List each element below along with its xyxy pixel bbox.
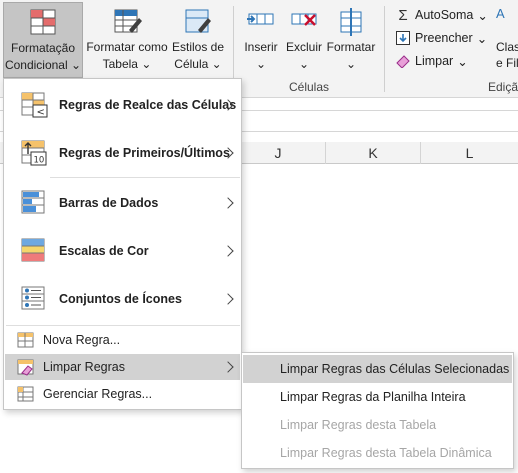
chevron-down-icon: ⌄ <box>476 31 488 46</box>
fill-label: Preencher <box>415 31 473 45</box>
autosum-button[interactable]: Σ AutoSoma ⌄ <box>395 5 488 25</box>
manage-rules-icon <box>17 386 34 402</box>
cells-group-label: Células <box>289 80 330 94</box>
fill-button[interactable]: Preencher ⌄ <box>395 28 487 48</box>
color-scales-icon <box>21 238 45 262</box>
sort-filter-button[interactable]: A Clas e Fil <box>490 4 518 80</box>
submenu-item-clear-this-pivot-table: Limpar Regras desta Tabela Dinâmica <box>280 446 492 460</box>
insert-button[interactable]: Inserir ⌄ <box>240 2 282 78</box>
menu-item-clear-rules[interactable]: Limpar Regras <box>5 354 240 380</box>
format-as-table-line2: Tabela ⌄ <box>103 56 152 72</box>
insert-label: Inserir <box>244 40 278 54</box>
autosum-label: AutoSoma <box>415 8 474 22</box>
ribbon-separator <box>384 6 385 92</box>
menu-separator <box>50 177 240 178</box>
clear-button[interactable]: Limpar ⌄ <box>395 51 468 71</box>
format-as-table-button[interactable]: Formatar como Tabela ⌄ <box>85 2 169 78</box>
sort-filter-line2: e Fil <box>496 56 518 70</box>
data-bars-icon <box>21 190 45 214</box>
clear-rules-icon <box>17 359 34 376</box>
menu-item-data-bars[interactable]: Barras de Dados <box>5 179 240 227</box>
eraser-icon <box>395 53 411 69</box>
sort-icon: A <box>496 6 505 21</box>
conditional-formatting-line1: Formatação <box>10 41 76 55</box>
fill-down-icon <box>395 30 411 46</box>
cell-styles-line2-text: Célula <box>174 57 209 71</box>
top-bottom-rules-icon: 10 <box>21 140 47 166</box>
format-as-table-line1: Formatar como <box>86 40 168 54</box>
delete-label: Excluir <box>285 40 322 54</box>
cell-styles-line1: Estilos de <box>171 40 225 54</box>
insert-cells-icon <box>247 13 274 25</box>
delete-button[interactable]: Excluir ⌄ <box>284 2 324 78</box>
chevron-down-icon: ⌄ <box>457 54 468 69</box>
menu-item-highlight-rules[interactable]: < Regras de Realce das Células <box>5 81 240 129</box>
clear-label: Limpar <box>415 54 454 68</box>
svg-text:10: 10 <box>34 156 45 166</box>
menu-item-manage-rules[interactable]: Gerenciar Regras... <box>5 381 240 407</box>
menu-item-label: Nova Regra... <box>43 333 121 347</box>
chevron-down-icon: ⌄ <box>477 8 488 23</box>
submenu-item-clear-this-table: Limpar Regras desta Tabela <box>280 418 437 432</box>
chevron-right-icon <box>222 197 234 209</box>
icon-sets-icon <box>21 286 45 310</box>
submenu-item-clear-entire-sheet[interactable]: Limpar Regras da Planilha Inteira <box>243 383 512 411</box>
chevron-down-icon: ⌄ <box>211 57 222 71</box>
chevron-right-icon <box>222 361 234 373</box>
submenu-item-clear-selected-cells[interactable]: Limpar Regras das Células Selecionadas <box>243 355 512 383</box>
menu-item-icon-sets[interactable]: Conjuntos de Ícones <box>5 275 240 323</box>
chevron-down-icon: ⌄ <box>345 57 357 71</box>
menu-item-label: Limpar Regras <box>43 360 125 374</box>
chevron-down-icon: ⌄ <box>298 57 310 71</box>
menu-item-label: Gerenciar Regras... <box>43 387 153 401</box>
menu-item-label: Barras de Dados <box>59 196 159 210</box>
format-button[interactable]: Formatar ⌄ <box>325 2 377 78</box>
menu-item-top-bottom-rules[interactable]: 10 Regras de Primeiros/Últimos <box>5 129 240 177</box>
chevron-down-icon: ⌄ <box>71 58 82 72</box>
editing-group-label: Ediçã <box>488 80 518 94</box>
chevron-right-icon <box>222 293 234 305</box>
conditional-formatting-line2-text: Condicional <box>4 58 68 72</box>
conditional-formatting-button[interactable]: Formatação Condicional ⌄ <box>3 2 83 78</box>
conditional-formatting-line2: Condicional ⌄ <box>5 57 81 73</box>
cell-styles-icon <box>185 9 211 33</box>
new-rule-icon <box>17 332 34 348</box>
clear-rules-submenu: Limpar Regras das Células Selecionadas L… <box>241 352 514 469</box>
format-cells-icon <box>340 8 362 36</box>
column-header-l[interactable]: L <box>420 142 518 164</box>
sort-filter-line1: Clas <box>496 40 518 54</box>
column-header-j[interactable]: J <box>230 142 325 164</box>
menu-item-label: Escalas de Cor <box>59 244 149 258</box>
format-as-table-icon <box>114 9 142 33</box>
menu-item-label: Regras de Primeiros/Últimos <box>59 146 230 160</box>
chevron-down-icon: ⌄ <box>255 57 267 71</box>
menu-item-label: Conjuntos de Ícones <box>59 292 182 306</box>
delete-cells-icon <box>291 13 317 26</box>
format-label: Formatar <box>326 40 376 54</box>
sigma-icon: Σ <box>398 6 408 24</box>
cell-styles-button[interactable]: Estilos de Célula ⌄ <box>170 2 226 78</box>
highlight-rules-icon: < <box>21 92 48 118</box>
menu-item-new-rule[interactable]: Nova Regra... <box>5 327 240 353</box>
format-as-table-line2-text: Tabela <box>102 57 138 71</box>
chevron-right-icon <box>222 245 234 257</box>
cell-styles-line2: Célula ⌄ <box>174 56 221 72</box>
conditional-formatting-menu: < Regras de Realce das Células 10 Regras… <box>3 78 242 410</box>
svg-text:<: < <box>37 107 45 118</box>
menu-item-color-scales[interactable]: Escalas de Cor <box>5 227 240 275</box>
menu-separator <box>6 325 240 326</box>
column-header-k[interactable]: K <box>325 142 420 164</box>
chevron-down-icon: ⌄ <box>141 57 152 71</box>
menu-item-label: Regras de Realce das Células <box>59 98 237 112</box>
conditional-formatting-icon <box>30 9 56 35</box>
